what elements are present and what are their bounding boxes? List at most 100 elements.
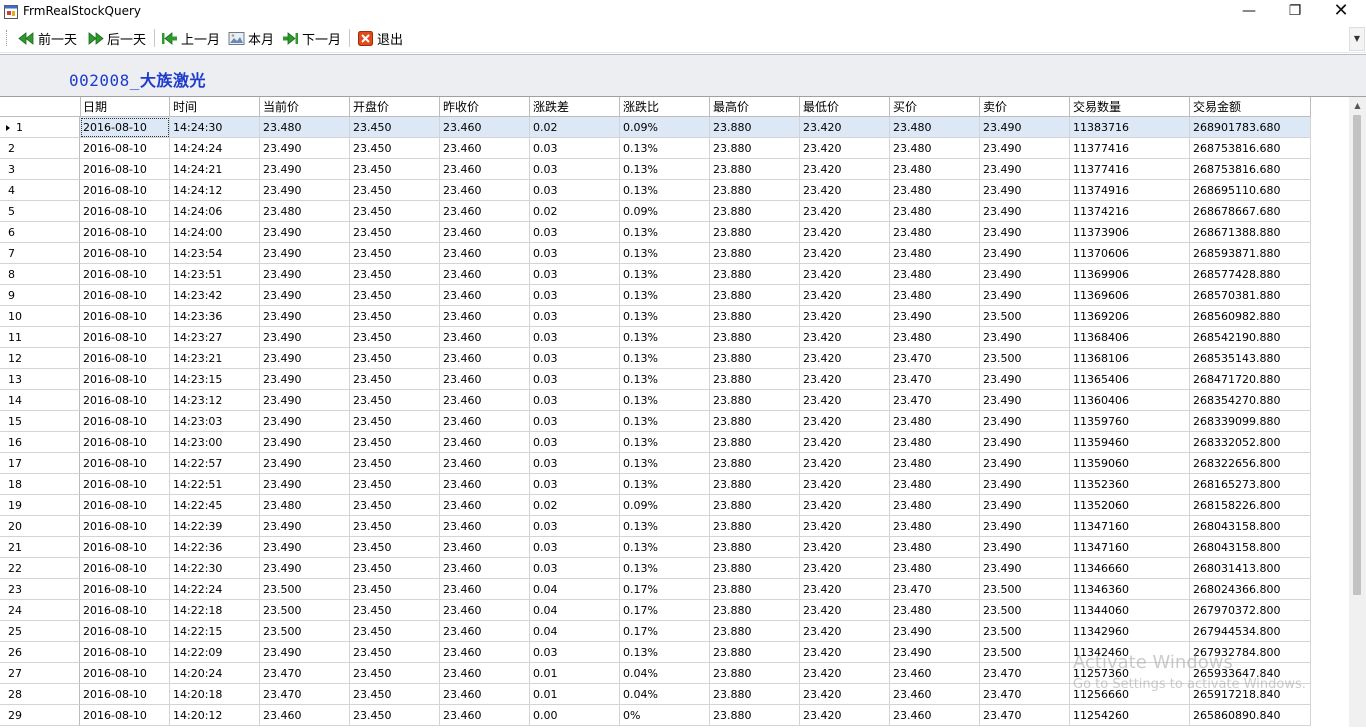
cell-bid[interactable]: 23.480	[890, 537, 980, 558]
cell-ask[interactable]: 23.490	[980, 243, 1070, 264]
cell-current-price[interactable]: 23.490	[260, 138, 350, 159]
cell-change-pct[interactable]: 0.13%	[620, 243, 710, 264]
cell-low[interactable]: 23.420	[800, 201, 890, 222]
cell-prev-close[interactable]: 23.460	[440, 537, 530, 558]
cell-current-price[interactable]: 23.500	[260, 600, 350, 621]
cell-bid[interactable]: 23.490	[890, 306, 980, 327]
cell-change[interactable]: 0.03	[530, 432, 620, 453]
cell-high[interactable]: 23.880	[710, 117, 800, 138]
table-row[interactable]: 24 2016-08-10 14:22:18 23.500 23.450 23.460 0.…	[0, 600, 1311, 621]
cell-bid[interactable]: 23.460	[890, 705, 980, 726]
row-header[interactable]: 11	[0, 327, 80, 348]
cell-low[interactable]: 23.420	[800, 474, 890, 495]
row-header[interactable]: 24	[0, 600, 80, 621]
cell-bid[interactable]: 23.480	[890, 411, 980, 432]
column-header-volume[interactable]: 交易数量	[1070, 97, 1190, 117]
cell-time[interactable]: 14:22:51	[170, 474, 260, 495]
cell-high[interactable]: 23.880	[710, 390, 800, 411]
cell-low[interactable]: 23.420	[800, 558, 890, 579]
cell-volume[interactable]: 11374916	[1070, 180, 1190, 201]
cell-ask[interactable]: 23.490	[980, 369, 1070, 390]
cell-high[interactable]: 23.880	[710, 138, 800, 159]
cell-date[interactable]: 2016-08-10	[80, 390, 170, 411]
cell-volume[interactable]: 11346360	[1070, 579, 1190, 600]
cell-prev-close[interactable]: 23.460	[440, 684, 530, 705]
cell-ask[interactable]: 23.490	[980, 327, 1070, 348]
cell-low[interactable]: 23.420	[800, 432, 890, 453]
cell-volume[interactable]: 11373906	[1070, 222, 1190, 243]
prev-day-button[interactable]: 前一天	[18, 27, 77, 49]
cell-open-price[interactable]: 23.450	[350, 222, 440, 243]
cell-bid[interactable]: 23.470	[890, 348, 980, 369]
cell-ask[interactable]: 23.470	[980, 684, 1070, 705]
cell-time[interactable]: 14:23:36	[170, 306, 260, 327]
cell-ask[interactable]: 23.470	[980, 663, 1070, 684]
cell-amount[interactable]: 268031413.800	[1190, 558, 1311, 579]
cell-change[interactable]: 0.03	[530, 558, 620, 579]
vertical-scrollbar[interactable]: ▲	[1349, 97, 1366, 727]
cell-change[interactable]: 0.03	[530, 222, 620, 243]
cell-bid[interactable]: 23.480	[890, 264, 980, 285]
cell-low[interactable]: 23.420	[800, 285, 890, 306]
cell-bid[interactable]: 23.480	[890, 495, 980, 516]
cell-volume[interactable]: 11254260	[1070, 705, 1190, 726]
cell-ask[interactable]: 23.490	[980, 159, 1070, 180]
cell-date[interactable]: 2016-08-10	[80, 264, 170, 285]
cell-ask[interactable]: 23.490	[980, 453, 1070, 474]
cell-date[interactable]: 2016-08-10	[80, 369, 170, 390]
table-row[interactable]: 9 2016-08-10 14:23:42 23.490 23.450 23.460 0.0…	[0, 285, 1311, 306]
cell-high[interactable]: 23.880	[710, 369, 800, 390]
exit-button[interactable]: 退出	[357, 27, 403, 49]
cell-volume[interactable]: 11370606	[1070, 243, 1190, 264]
table-row[interactable]: 25 2016-08-10 14:22:15 23.500 23.450 23.460 0.…	[0, 621, 1311, 642]
cell-volume[interactable]: 11369606	[1070, 285, 1190, 306]
cell-current-price[interactable]: 23.490	[260, 474, 350, 495]
cell-prev-close[interactable]: 23.460	[440, 159, 530, 180]
cell-low[interactable]: 23.420	[800, 642, 890, 663]
cell-change[interactable]: 0.03	[530, 285, 620, 306]
cell-high[interactable]: 23.880	[710, 474, 800, 495]
cell-amount[interactable]: 268322656.800	[1190, 453, 1311, 474]
cell-change-pct[interactable]: 0%	[620, 705, 710, 726]
row-header[interactable]: 22	[0, 558, 80, 579]
table-row[interactable]: 17 2016-08-10 14:22:57 23.490 23.450 23.460 0.…	[0, 453, 1311, 474]
cell-open-price[interactable]: 23.450	[350, 411, 440, 432]
cell-open-price[interactable]: 23.450	[350, 516, 440, 537]
cell-bid[interactable]: 23.480	[890, 558, 980, 579]
cell-amount[interactable]: 268593871.880	[1190, 243, 1311, 264]
table-row[interactable]: 6 2016-08-10 14:24:00 23.490 23.450 23.460 0.0…	[0, 222, 1311, 243]
cell-current-price[interactable]: 23.500	[260, 579, 350, 600]
cell-prev-close[interactable]: 23.460	[440, 453, 530, 474]
table-row[interactable]: 18 2016-08-10 14:22:51 23.490 23.450 23.460 0.…	[0, 474, 1311, 495]
cell-change[interactable]: 0.00	[530, 705, 620, 726]
row-header[interactable]: 15	[0, 411, 80, 432]
cell-current-price[interactable]: 23.490	[260, 180, 350, 201]
row-header[interactable]: 9	[0, 285, 80, 306]
cell-volume[interactable]: 11352060	[1070, 495, 1190, 516]
maximize-button[interactable]: ❐	[1272, 0, 1318, 24]
row-header[interactable]: 20	[0, 516, 80, 537]
cell-date[interactable]: 2016-08-10	[80, 705, 170, 726]
cell-high[interactable]: 23.880	[710, 516, 800, 537]
cell-change[interactable]: 0.02	[530, 117, 620, 138]
cell-open-price[interactable]: 23.450	[350, 705, 440, 726]
cell-ask[interactable]: 23.490	[980, 201, 1070, 222]
cell-ask[interactable]: 23.470	[980, 705, 1070, 726]
table-row[interactable]: 21 2016-08-10 14:22:36 23.490 23.450 23.460 0.…	[0, 537, 1311, 558]
cell-current-price[interactable]: 23.490	[260, 243, 350, 264]
cell-amount[interactable]: 268542190.880	[1190, 327, 1311, 348]
cell-open-price[interactable]: 23.450	[350, 348, 440, 369]
cell-time[interactable]: 14:24:24	[170, 138, 260, 159]
cell-low[interactable]: 23.420	[800, 264, 890, 285]
cell-open-price[interactable]: 23.450	[350, 684, 440, 705]
cell-date[interactable]: 2016-08-10	[80, 201, 170, 222]
cell-date[interactable]: 2016-08-10	[80, 516, 170, 537]
cell-amount[interactable]: 268339099.880	[1190, 411, 1311, 432]
cell-prev-close[interactable]: 23.460	[440, 348, 530, 369]
cell-low[interactable]: 23.420	[800, 138, 890, 159]
cell-bid[interactable]: 23.470	[890, 390, 980, 411]
column-header-ask[interactable]: 卖价	[980, 97, 1070, 117]
cell-prev-close[interactable]: 23.460	[440, 264, 530, 285]
table-row[interactable]: 4 2016-08-10 14:24:12 23.490 23.450 23.460 0.0…	[0, 180, 1311, 201]
table-row[interactable]: 8 2016-08-10 14:23:51 23.490 23.450 23.460 0.0…	[0, 264, 1311, 285]
